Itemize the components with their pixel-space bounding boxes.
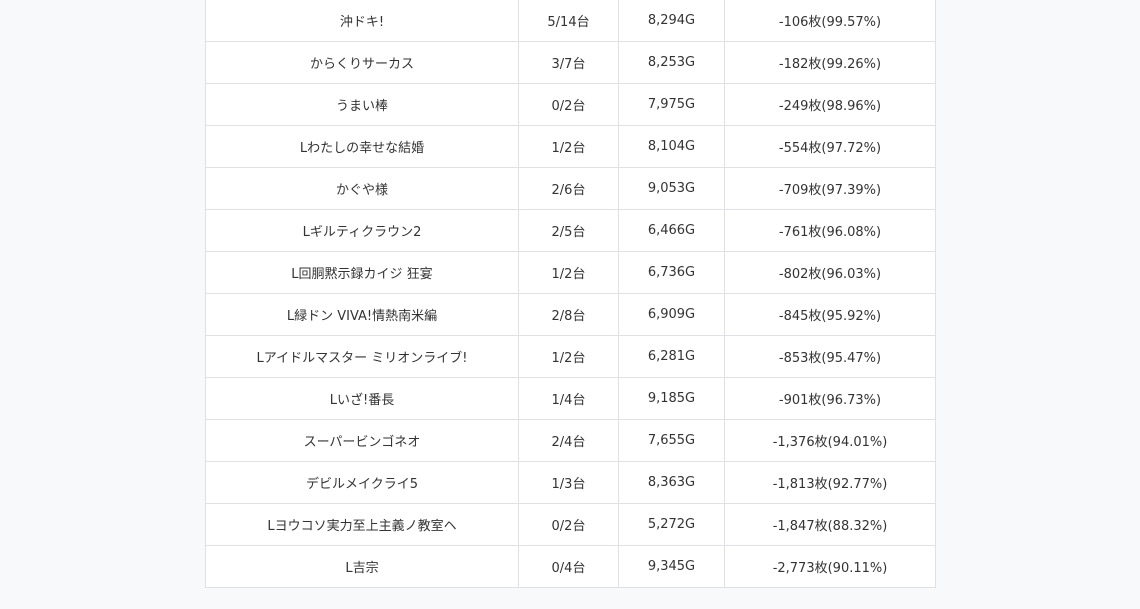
units-cell: 1/2台 (518, 251, 619, 294)
units-cell: 0/2台 (518, 83, 619, 126)
games-cell: 7,655G (618, 419, 725, 462)
machine-name-cell: Lアイドルマスター ミリオンライブ! (205, 335, 519, 378)
units-cell: 3/7台 (518, 41, 619, 84)
machine-name-cell: デビルメイクライ5 (205, 461, 519, 504)
machine-name-cell: Lギルティクラウン2 (205, 209, 519, 252)
result-cell: -761枚(96.08%) (724, 209, 936, 252)
result-cell: -845枚(95.92%) (724, 293, 936, 336)
units-cell: 2/4台 (518, 419, 619, 462)
result-cell: -554枚(97.72%) (724, 125, 936, 168)
table-row: L吉宗 0/4台 9,345G -2,773枚(90.11%) (205, 545, 936, 588)
table-row: デビルメイクライ5 1/3台 8,363G -1,813枚(92.77%) (205, 461, 936, 504)
result-cell: -709枚(97.39%) (724, 167, 936, 210)
table-row: 沖ドキ! 5/14台 8,294G -106枚(99.57%) (205, 0, 936, 42)
games-cell: 8,363G (618, 461, 725, 504)
machine-name-cell: 沖ドキ! (205, 0, 519, 42)
result-cell: -182枚(99.26%) (724, 41, 936, 84)
machine-name-cell: L吉宗 (205, 545, 519, 588)
games-cell: 9,345G (618, 545, 725, 588)
units-cell: 2/6台 (518, 167, 619, 210)
units-cell: 2/5台 (518, 209, 619, 252)
result-cell: -901枚(96.73%) (724, 377, 936, 420)
machine-results-table: 沖ドキ! 5/14台 8,294G -106枚(99.57%) からくりサーカス… (205, 0, 936, 588)
games-cell: 7,975G (618, 83, 725, 126)
table-row: L緑ドン VIVA!情熱南米編 2/8台 6,909G -845枚(95.92%… (205, 293, 936, 336)
units-cell: 2/8台 (518, 293, 619, 336)
result-cell: -249枚(98.96%) (724, 83, 936, 126)
result-cell: -106枚(99.57%) (724, 0, 936, 42)
games-cell: 8,294G (618, 0, 725, 42)
machine-name-cell: L緑ドン VIVA!情熱南米編 (205, 293, 519, 336)
games-cell: 9,053G (618, 167, 725, 210)
machine-name-cell: Lわたしの幸せな結婚 (205, 125, 519, 168)
result-cell: -1,813枚(92.77%) (724, 461, 936, 504)
table-row: Lいざ!番長 1/4台 9,185G -901枚(96.73%) (205, 377, 936, 420)
machine-name-cell: スーパービンゴネオ (205, 419, 519, 462)
units-cell: 1/2台 (518, 125, 619, 168)
table-row: かぐや様 2/6台 9,053G -709枚(97.39%) (205, 167, 936, 210)
table-row: Lヨウコソ実力至上主義ノ教室ヘ 0/2台 5,272G -1,847枚(88.3… (205, 503, 936, 546)
games-cell: 9,185G (618, 377, 725, 420)
table-row: Lギルティクラウン2 2/5台 6,466G -761枚(96.08%) (205, 209, 936, 252)
units-cell: 1/4台 (518, 377, 619, 420)
units-cell: 0/4台 (518, 545, 619, 588)
machine-name-cell: かぐや様 (205, 167, 519, 210)
machine-name-cell: からくりサーカス (205, 41, 519, 84)
games-cell: 8,104G (618, 125, 725, 168)
table-row: うまい棒 0/2台 7,975G -249枚(98.96%) (205, 83, 936, 126)
table-row: Lわたしの幸せな結婚 1/2台 8,104G -554枚(97.72%) (205, 125, 936, 168)
games-cell: 6,466G (618, 209, 725, 252)
result-cell: -802枚(96.03%) (724, 251, 936, 294)
result-cell: -1,376枚(94.01%) (724, 419, 936, 462)
games-cell: 6,909G (618, 293, 725, 336)
result-cell: -1,847枚(88.32%) (724, 503, 936, 546)
units-cell: 5/14台 (518, 0, 619, 42)
games-cell: 8,253G (618, 41, 725, 84)
units-cell: 1/3台 (518, 461, 619, 504)
table-row: Lアイドルマスター ミリオンライブ! 1/2台 6,281G -853枚(95.… (205, 335, 936, 378)
machine-name-cell: Lヨウコソ実力至上主義ノ教室ヘ (205, 503, 519, 546)
results-table-container: 沖ドキ! 5/14台 8,294G -106枚(99.57%) からくりサーカス… (205, 0, 936, 588)
units-cell: 1/2台 (518, 335, 619, 378)
games-cell: 6,736G (618, 251, 725, 294)
machine-name-cell: Lいざ!番長 (205, 377, 519, 420)
units-cell: 0/2台 (518, 503, 619, 546)
result-cell: -2,773枚(90.11%) (724, 545, 936, 588)
machine-name-cell: うまい棒 (205, 83, 519, 126)
table-row: スーパービンゴネオ 2/4台 7,655G -1,376枚(94.01%) (205, 419, 936, 462)
table-row: からくりサーカス 3/7台 8,253G -182枚(99.26%) (205, 41, 936, 84)
table-body: 沖ドキ! 5/14台 8,294G -106枚(99.57%) からくりサーカス… (205, 0, 936, 588)
games-cell: 6,281G (618, 335, 725, 378)
games-cell: 5,272G (618, 503, 725, 546)
result-cell: -853枚(95.47%) (724, 335, 936, 378)
table-row: L回胴黙示録カイジ 狂宴 1/2台 6,736G -802枚(96.03%) (205, 251, 936, 294)
machine-name-cell: L回胴黙示録カイジ 狂宴 (205, 251, 519, 294)
